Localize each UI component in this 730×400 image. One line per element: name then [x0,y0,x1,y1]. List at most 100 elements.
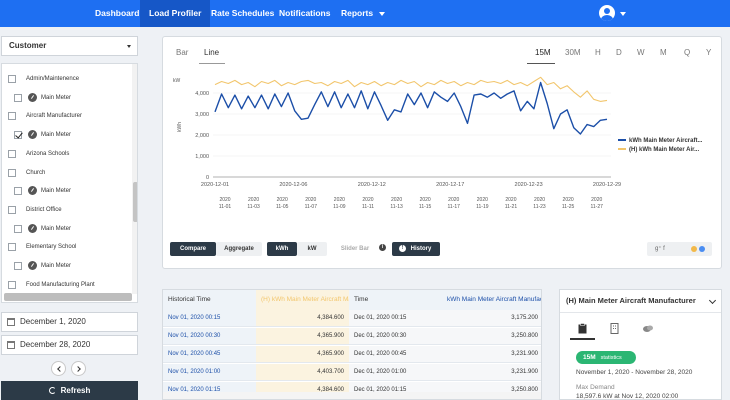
tree-item-meter[interactable]: Main Meter [2,92,130,104]
max-demand-label: Max Demand [576,384,615,391]
tree-checkbox[interactable] [14,187,22,196]
tree-item-group[interactable]: Food Manufacturing Plant [2,279,130,291]
history-x-tick-label: 11-21 [505,204,518,210]
history-x-tick-label: 2020 [248,197,259,203]
cloud-icon[interactable] [642,323,654,334]
table-cell: 4,365.900 [256,346,349,363]
statistics-badge[interactable]: 15M statistics [576,351,636,364]
history-x-tick-label: 11-19 [476,204,489,210]
badge-main-label: 15M [583,354,596,361]
header-historical-time[interactable]: Historical Time [163,290,256,310]
blue-dot-icon[interactable] [699,246,705,252]
tree-checkbox[interactable] [8,75,16,83]
compare-button[interactable]: Compare [170,242,216,256]
history-x-tick-label: 2020 [448,197,459,203]
table-horizontal-scrollbar[interactable] [163,392,541,399]
table-cell: 4,403.700 [256,364,349,381]
tree-item-group[interactable]: Elementary School [2,241,130,253]
y-tick-label: 3,000 [195,112,209,118]
history-x-tick-label: 2020 [391,197,402,203]
tree-horizontal-scrollbar[interactable] [4,293,132,301]
start-date-field[interactable]: December 1, 2020 [1,312,138,332]
tree-item-label: Main Meter [41,188,72,195]
x-tick-label: 2020-12-17 [436,182,464,188]
kwh-button[interactable]: kWh [267,242,297,256]
tree-item-group[interactable]: District Office [2,204,130,216]
tree-checkbox[interactable] [8,205,16,214]
customer-select[interactable]: Customer [1,36,138,56]
tree-item-label: Food Manufacturing Plant [26,281,95,288]
tree-item-group[interactable]: Aircraft Manufacturer [2,110,130,122]
nav-reports[interactable]: Reports [332,0,394,27]
customer-select-value: Customer [9,41,47,50]
tree-item-meter[interactable]: Main Meter [2,223,130,235]
slider-bar-button[interactable]: Slider Bar [335,242,375,256]
nav-notifications[interactable]: Notifications [270,0,339,27]
share-box[interactable]: g⁺ f [647,242,712,256]
slider-bar-group: Slider Bar i [335,242,386,256]
table-cell: Nov 01, 2020 00:45 [163,346,256,363]
chevron-down-icon[interactable] [708,296,717,305]
kw-button[interactable]: kW [297,242,327,256]
max-demand-value: 18,597.6 kW at Nov 12, 2020 02:00 [576,393,679,400]
tree-checkbox[interactable] [8,112,16,121]
tree-checkbox[interactable] [8,149,16,158]
table-cell: 3,175.200 [442,310,541,327]
series-line-primary [214,81,608,135]
info-icon[interactable]: i [379,244,386,251]
tree-item-meter[interactable]: Main Meter [2,185,130,197]
nav-load-profiler[interactable]: Load Profiler [140,0,211,27]
tree-checkbox[interactable] [14,262,22,270]
orange-dot-icon[interactable] [691,246,697,252]
history-group: ! History [392,242,440,256]
tree-item-group[interactable]: Arizona Schools [2,148,130,160]
header-history-kwh[interactable]: (H) kWh Main Meter Aircraft Ma... [256,290,349,310]
user-menu-caret-icon[interactable] [620,12,626,16]
chevron-right-icon [75,366,81,372]
meter-gauge-icon [28,92,37,102]
y-axis-label: kWh [177,122,183,132]
tree-scrollbar-thumb[interactable] [133,182,137,222]
table-cell: 3,231.900 [442,364,541,381]
user-avatar-icon[interactable] [599,5,615,21]
aggregate-button[interactable]: Aggregate [216,242,262,256]
tree-checkbox[interactable] [14,224,22,233]
refresh-label: Refresh [60,386,91,395]
history-x-tick-label: 11-15 [419,204,432,210]
legend-entry-primary[interactable]: kWh Main Meter Aircraft... [618,138,702,144]
tree-item-meter[interactable]: Main Meter [2,129,130,141]
tree-checkbox[interactable] [8,243,16,252]
y-tick-label: 0 [206,175,209,181]
tree-checkbox[interactable] [8,280,16,289]
tree-checkbox[interactable] [14,93,22,102]
meter-gauge-icon [28,130,37,140]
tree-checkbox[interactable] [14,131,22,140]
history-button[interactable]: ! History [392,242,440,256]
previous-period-button[interactable] [51,361,66,376]
compare-aggregate-group: Compare Aggregate [170,242,262,256]
clipboard-icon[interactable] [578,323,587,334]
tree-checkbox[interactable] [8,168,16,177]
legend-label-history: (H) kWh Main Meter Air... [629,147,700,153]
history-x-tick-label: 11-23 [533,204,546,210]
building-icon[interactable] [610,323,619,334]
tree-item-meter[interactable]: Main Meter [2,260,130,272]
tree-scrollbar-track[interactable] [132,64,137,294]
legend-entry-history[interactable]: (H) kWh Main Meter Air... [618,147,699,153]
history-x-tick-label: 2020 [219,197,230,203]
tree-item-group[interactable]: Church [2,167,130,179]
next-period-button[interactable] [71,361,86,376]
history-x-tick-label: 11-27 [590,204,603,210]
header-kwh[interactable]: kWh Main Meter Aircraft Manufact... [442,290,541,310]
header-time[interactable]: Time [349,290,442,310]
history-x-tick-label: 11-09 [333,204,346,210]
details-panel: (H) Main Meter Aircraft Manufacturer 15M… [559,289,722,400]
y-tick-label: 2,000 [195,133,209,139]
history-x-tick-label: 2020 [277,197,288,203]
chevron-down-icon [127,45,131,48]
x-tick-label: 2020-12-12 [358,182,386,188]
tree-item-label: Aircraft Manufacturer [26,113,83,120]
tree-item-group[interactable]: Admin/Maintenence [2,73,130,85]
refresh-button[interactable]: Refresh [1,381,138,400]
end-date-field[interactable]: December 28, 2020 [1,335,138,355]
